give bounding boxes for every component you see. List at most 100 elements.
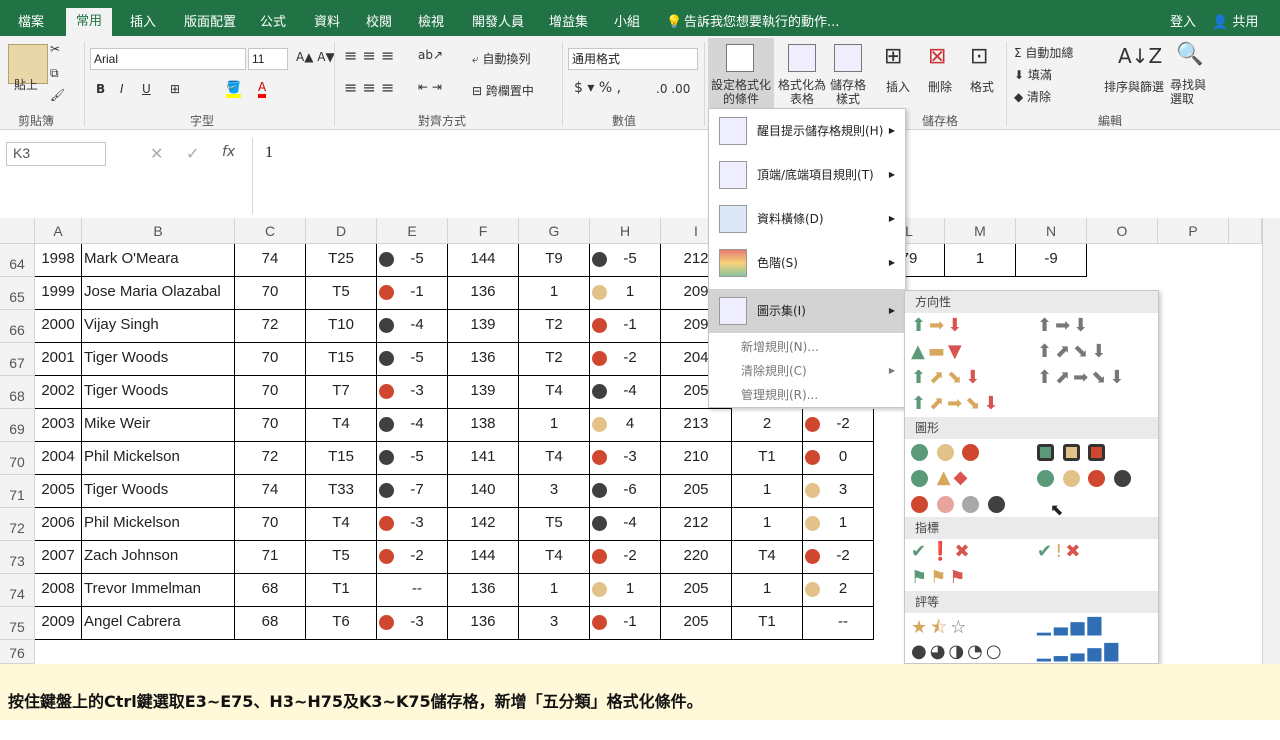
table-cell[interactable]: -4	[590, 508, 661, 541]
table-cell[interactable]: -2	[803, 409, 874, 442]
cancel-icon[interactable]: ✕	[150, 144, 163, 163]
table-cell[interactable]: 72	[235, 442, 306, 475]
table-cell[interactable]: 74	[235, 475, 306, 508]
table-cell[interactable]: T4	[732, 541, 803, 574]
wrap-text-button[interactable]: ⤶ 自動換列	[472, 50, 531, 67]
fill-button[interactable]: ⬇ 填滿	[1014, 66, 1052, 83]
table-cell[interactable]: Phil Mickelson	[82, 508, 235, 541]
table-cell[interactable]: -4	[377, 409, 448, 442]
table-cell[interactable]: -2	[803, 541, 874, 574]
icon-set-3-triangles[interactable]: ▲▬▼	[911, 341, 965, 362]
find-select-button[interactable]: 尋找與選取	[1170, 78, 1210, 106]
icon-set-4-traffic-lights[interactable]	[1037, 467, 1132, 488]
table-cell[interactable]: T4	[519, 442, 590, 475]
table-cell[interactable]: 138	[448, 409, 519, 442]
table-cell[interactable]: 1	[732, 574, 803, 607]
table-cell[interactable]: 70	[235, 508, 306, 541]
table-cell[interactable]: T4	[306, 508, 377, 541]
table-cell[interactable]: 70	[235, 343, 306, 376]
table-cell[interactable]: 1	[519, 409, 590, 442]
table-cell[interactable]: -2	[590, 541, 661, 574]
enter-icon[interactable]: ✓	[186, 144, 199, 163]
table-cell[interactable]: T4	[306, 409, 377, 442]
column-header[interactable]: O	[1087, 218, 1158, 244]
font-size-select[interactable]: 11	[248, 48, 288, 70]
orientation-icon[interactable]: ab↗	[418, 48, 443, 62]
table-cell[interactable]: 136	[448, 607, 519, 640]
table-cell[interactable]: 72	[235, 310, 306, 343]
tab-layout[interactable]: 版面配置	[184, 0, 236, 36]
table-cell[interactable]: T7	[306, 376, 377, 409]
icon-set-3-traffic-lights-rimmed[interactable]	[1037, 441, 1106, 462]
share-button[interactable]: 👤 共用	[1212, 0, 1258, 36]
tab-data[interactable]: 資料	[314, 0, 340, 36]
table-cell[interactable]: 141	[448, 442, 519, 475]
tab-insert[interactable]: 插入	[130, 0, 156, 36]
table-cell[interactable]: 71	[235, 541, 306, 574]
menu-item-manage-rules[interactable]: 管理規則(R)...	[709, 383, 905, 407]
table-cell[interactable]: 2003	[35, 409, 82, 442]
table-cell[interactable]: 2	[803, 574, 874, 607]
cell-style-button[interactable]: 儲存格樣式	[828, 78, 868, 106]
table-cell[interactable]: -2	[590, 343, 661, 376]
table-cell[interactable]: -3	[377, 607, 448, 640]
name-box[interactable]: K3	[6, 142, 106, 166]
table-cell[interactable]: 3	[519, 607, 590, 640]
format-painter-icon[interactable]: 🖌	[50, 88, 65, 102]
table-cell[interactable]: Tiger Woods	[82, 343, 235, 376]
column-header[interactable]: N	[1016, 218, 1087, 244]
icon-set-5-ratings[interactable]: ▁▂▃▅▇	[1037, 641, 1121, 662]
row-header[interactable]: 75	[0, 607, 35, 640]
table-cell[interactable]: T2	[519, 343, 590, 376]
menu-item-icon-sets[interactable]: 圖示集(I) ▶	[709, 289, 905, 333]
table-cell[interactable]: T4	[519, 541, 590, 574]
column-header[interactable]: P	[1158, 218, 1229, 244]
icon-set-3-symbols-circled[interactable]: ✔❗✖	[911, 541, 973, 562]
table-cell[interactable]: T15	[306, 343, 377, 376]
table-cell[interactable]: -5	[377, 343, 448, 376]
row-header[interactable]: 72	[0, 508, 35, 541]
insert-icon[interactable]: ⊞	[884, 44, 902, 69]
icon-set-5-arrows-gray[interactable]: ⬆⬈➡⬊⬇	[1037, 367, 1127, 388]
table-cell[interactable]: 1	[803, 508, 874, 541]
row-header[interactable]: 73	[0, 541, 35, 574]
table-cell[interactable]: T15	[306, 442, 377, 475]
table-cell[interactable]: T1	[732, 607, 803, 640]
table-cell[interactable]: T10	[306, 310, 377, 343]
icon-set-3-signs[interactable]: ▲◆	[911, 467, 970, 488]
table-cell[interactable]: -1	[590, 607, 661, 640]
table-cell[interactable]: 70	[235, 376, 306, 409]
indent-icon[interactable]: ⇤ ⇥	[418, 80, 442, 94]
sort-filter-button[interactable]: 排序與篩選	[1104, 78, 1164, 95]
table-cell[interactable]: 142	[448, 508, 519, 541]
table-cell[interactable]: 140	[448, 475, 519, 508]
signin-link[interactable]: 登入	[1170, 0, 1196, 36]
decimal-icon[interactable]: .0 .00	[656, 82, 690, 96]
underline-button[interactable]: U	[142, 82, 151, 96]
table-cell[interactable]: 4	[590, 409, 661, 442]
table-cell[interactable]: 210	[661, 442, 732, 475]
align-left-icon[interactable]: ≡ ≡ ≡	[344, 78, 394, 97]
paste-button[interactable]: 貼上	[14, 76, 38, 93]
copy-icon[interactable]: ⧉	[50, 66, 59, 81]
italic-button[interactable]: I	[120, 82, 124, 96]
table-cell[interactable]: 212	[661, 508, 732, 541]
table-cell[interactable]: Zach Johnson	[82, 541, 235, 574]
icon-set-3-arrows-gray[interactable]: ⬆➡⬇	[1037, 315, 1091, 336]
table-cell[interactable]: 144	[448, 541, 519, 574]
row-header[interactable]: 68	[0, 376, 35, 409]
table-cell[interactable]: 2	[732, 409, 803, 442]
table-cell[interactable]: -1	[590, 310, 661, 343]
table-cell[interactable]: 1	[732, 475, 803, 508]
table-cell[interactable]: 2006	[35, 508, 82, 541]
table-cell[interactable]: 1	[732, 508, 803, 541]
row-header[interactable]: 71	[0, 475, 35, 508]
table-cell[interactable]: T25	[306, 244, 377, 277]
table-cell[interactable]: T2	[519, 310, 590, 343]
icon-set-3-arrows[interactable]: ⬆➡⬇	[911, 315, 965, 336]
table-cell[interactable]: 1	[519, 574, 590, 607]
sort-icon[interactable]: A↓Z	[1118, 44, 1162, 68]
column-header[interactable]: D	[306, 218, 377, 244]
row-header[interactable]: 67	[0, 343, 35, 376]
table-cell[interactable]: 2005	[35, 475, 82, 508]
